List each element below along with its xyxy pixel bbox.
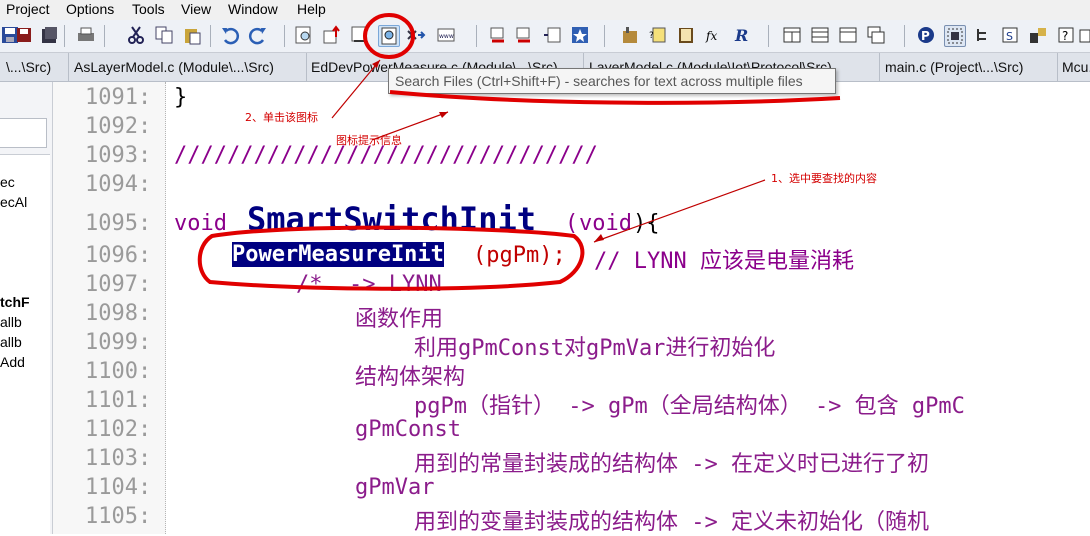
list-item[interactable]: allb <box>0 314 22 330</box>
tab-src[interactable]: \...\Src) <box>0 53 69 81</box>
menu-options[interactable]: Options <box>66 1 114 17</box>
code-keyword: void <box>174 211 227 236</box>
browse-icon[interactable] <box>1028 25 1048 45</box>
menu-tools[interactable]: Tools <box>132 1 165 17</box>
list-item[interactable]: ec <box>0 174 15 190</box>
line-number: 1093: <box>85 143 152 168</box>
tab-mcu[interactable]: Mcu... <box>1056 53 1090 81</box>
line-number: 1099: <box>85 330 152 355</box>
replace-icon[interactable] <box>350 25 370 45</box>
line-number: 1098: <box>85 301 152 326</box>
help-icon[interactable]: ? <box>1056 25 1076 45</box>
window3-icon[interactable] <box>838 25 858 45</box>
tab-aslayermodel[interactable]: AsLayerModel.c (Module\...\Src) <box>68 53 307 81</box>
search-files-icon[interactable] <box>378 25 400 47</box>
code-paren: ( <box>565 211 579 236</box>
p-icon[interactable]: P <box>916 25 936 45</box>
code-comment: // LYNN 应该是电量消耗 <box>594 249 854 274</box>
code-comment: /* -> LYNN <box>296 272 442 297</box>
line-number: 1094: <box>85 172 152 197</box>
svg-text:?: ? <box>649 31 654 41</box>
menu-help[interactable]: Help <box>297 1 326 17</box>
book-icon[interactable] <box>676 25 696 45</box>
s-icon[interactable]: S <box>1000 25 1020 45</box>
find-next-icon[interactable] <box>406 25 426 45</box>
jump-icon[interactable] <box>322 25 342 45</box>
list-item[interactable]: Add <box>0 354 25 370</box>
list-item[interactable]: allb <box>0 334 22 350</box>
r-icon[interactable]: R <box>732 25 752 45</box>
line-number: 1100: <box>85 359 152 384</box>
code-comment: gPmVar <box>355 475 435 500</box>
tree-icon[interactable] <box>972 25 992 45</box>
annotation-tooltip-note: 图标提示信息 <box>336 134 402 147</box>
bookmark-next-icon[interactable] <box>514 25 534 45</box>
code-keyword: void <box>579 211 632 236</box>
window2-icon[interactable] <box>810 25 830 45</box>
function-name: SmartSwitchInit <box>247 200 536 238</box>
line-number: 1091: <box>85 85 152 110</box>
list-item[interactable]: ecAl <box>0 194 27 210</box>
code-comment: 结构体架构 <box>355 365 466 390</box>
code-comment: pgPm（指针） -> gPm（全局结构体） -> 包含 gPmC <box>414 394 965 419</box>
code-comment: 利用gPmConst对gPmVar进行初始化 <box>414 336 776 361</box>
line-number: 1096: <box>85 243 152 268</box>
print-icon[interactable] <box>76 25 96 45</box>
undo-icon[interactable] <box>220 25 240 45</box>
tooltip: Search Files (Ctrl+Shift+F) - searches f… <box>388 68 836 94</box>
code-args: (pgPm); <box>473 243 566 268</box>
line-number: 1095: <box>85 211 152 236</box>
reference-icon[interactable]: ? <box>648 25 668 45</box>
annotation-step2: 2、单击该图标 <box>245 111 318 124</box>
line-number: 1103: <box>85 446 152 471</box>
line-number: 1101: <box>85 388 152 413</box>
symbol-search-input[interactable] <box>0 118 47 148</box>
code-comment: 用到的常量封装成的结构体 -> 在定义时已进行了初 <box>414 452 929 477</box>
cascade-icon[interactable] <box>866 25 886 45</box>
window-icon[interactable] <box>782 25 802 45</box>
line-number: 1102: <box>85 417 152 442</box>
find-icon[interactable] <box>294 25 314 45</box>
svg-text:fx: fx <box>705 29 717 43</box>
symbol-panel: ▾ ec ecAl tchF allb allb Add <box>0 82 53 534</box>
star-icon[interactable] <box>570 25 590 45</box>
bookmark-prev-icon[interactable] <box>488 25 508 45</box>
line-number: 1097: <box>85 272 152 297</box>
list-icon[interactable] <box>542 25 562 45</box>
menu-bar: Project Options Tools View Window Help <box>0 0 1090 20</box>
cut-icon[interactable] <box>126 25 146 45</box>
copy-icon[interactable] <box>154 25 174 45</box>
code-comment: gPmConst <box>355 417 461 442</box>
annotation-step1: 1、选中要查找的内容 <box>771 172 877 185</box>
svg-text:?: ? <box>1062 29 1068 43</box>
paste-icon[interactable] <box>182 25 202 45</box>
code-comment: 用到的变量封装成的结构体 -> 定义未初始化（随机 <box>414 510 929 535</box>
lookup-icon[interactable] <box>620 25 640 45</box>
function-icon[interactable]: fx <box>704 25 724 45</box>
svg-text:www: www <box>439 33 454 40</box>
code-brace: ){ <box>633 211 660 236</box>
redo-icon[interactable] <box>248 25 268 45</box>
menu-view[interactable]: View <box>181 1 211 17</box>
list-item[interactable]: tchF <box>0 294 30 310</box>
selected-text[interactable]: PowerMeasureInit <box>232 242 444 267</box>
menu-window[interactable]: Window <box>228 1 278 17</box>
frame-icon[interactable] <box>944 25 966 47</box>
code-comment: 函数作用 <box>355 307 444 332</box>
tab-main[interactable]: main.c (Project\...\Src) <box>879 53 1058 81</box>
svg-text:R: R <box>734 26 748 45</box>
close-file-icon[interactable] <box>40 25 60 45</box>
settings-icon[interactable] <box>1078 25 1090 45</box>
line-number: 1105: <box>85 504 152 529</box>
code-brace: } <box>174 85 188 110</box>
line-number: 1092: <box>85 114 152 139</box>
line-number: 1104: <box>85 475 152 500</box>
save-all-icon[interactable] <box>14 25 34 45</box>
www-icon[interactable]: www <box>436 25 456 45</box>
toolbar: www ? fx R P S ? <box>0 20 1090 53</box>
menu-project[interactable]: Project <box>6 1 50 17</box>
svg-text:S: S <box>1006 30 1013 43</box>
svg-text:P: P <box>921 29 930 43</box>
